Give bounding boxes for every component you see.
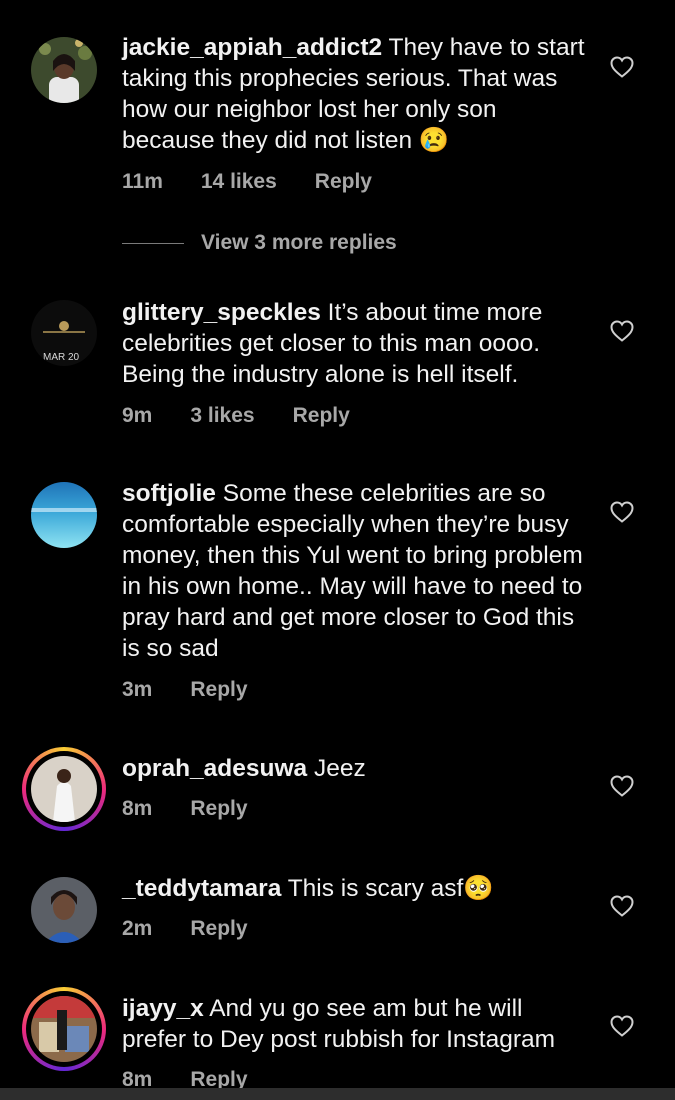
heart-icon[interactable] [610, 56, 634, 78]
timestamp: 9m [122, 404, 153, 427]
heart-icon[interactable] [610, 501, 634, 523]
reply-button[interactable]: Reply [190, 917, 247, 941]
comment-text: jackie_appiah_addict2 They have to start… [122, 32, 592, 156]
replies-divider [122, 242, 184, 244]
username[interactable]: jackie_appiah_addict2 [122, 34, 382, 61]
comment-text: softjolie Some these celebrities are so … [122, 478, 592, 664]
reply-button[interactable]: Reply [190, 797, 247, 821]
heart-icon[interactable] [610, 775, 634, 797]
timestamp: 8m [122, 797, 153, 820]
username[interactable]: ijayy_x [122, 995, 204, 1022]
comment-text: _teddytamara This is scary asf🥺 [122, 873, 592, 904]
comment-text: oprah_adesuwa Jeez [122, 753, 592, 784]
comment-body: Jeez [314, 755, 366, 782]
bottom-bar [0, 1088, 675, 1100]
comment-body: This is scary asf🥺 [287, 875, 494, 902]
avatar[interactable] [31, 37, 97, 103]
username[interactable]: oprah_adesuwa [122, 755, 307, 782]
comment-body: Some these celebrities are so comfortabl… [122, 480, 583, 662]
timestamp: 2m [122, 917, 153, 940]
username[interactable]: _teddytamara [122, 875, 281, 902]
comment-meta: 2m Reply [122, 917, 286, 941]
heart-icon[interactable] [610, 320, 634, 342]
view-replies-label[interactable]: View 3 more replies [201, 231, 397, 255]
likes-count[interactable]: 3 likes [190, 404, 254, 428]
comment-meta: 11m 14 likes Reply [122, 170, 410, 194]
comment-text: ijayy_x And yu go see am but he will pre… [122, 993, 592, 1055]
avatar[interactable] [31, 877, 97, 943]
view-more-replies[interactable]: View 3 more replies [122, 231, 397, 255]
comment-text: glittery_speckles It’s about time more c… [122, 297, 592, 390]
comment-meta: 3m Reply [122, 678, 286, 702]
avatar[interactable]: MAR 20 [31, 300, 97, 366]
reply-button[interactable]: Reply [315, 170, 372, 194]
avatar-caption: MAR 20 [43, 352, 80, 363]
story-ring[interactable] [22, 747, 106, 831]
timestamp: 11m [122, 170, 163, 193]
timestamp: 3m [122, 678, 153, 701]
username[interactable]: softjolie [122, 480, 216, 507]
comment-meta: 8m Reply [122, 797, 286, 821]
heart-icon[interactable] [610, 1015, 634, 1037]
likes-count[interactable]: 14 likes [201, 170, 277, 194]
avatar[interactable] [31, 482, 97, 548]
avatar [31, 996, 97, 1062]
username[interactable]: glittery_speckles [122, 299, 321, 326]
heart-icon[interactable] [610, 895, 634, 917]
story-ring[interactable] [22, 987, 106, 1071]
comment-meta: 9m 3 likes Reply [122, 404, 388, 428]
reply-button[interactable]: Reply [190, 678, 247, 702]
reply-button[interactable]: Reply [293, 404, 350, 428]
avatar [31, 756, 97, 822]
